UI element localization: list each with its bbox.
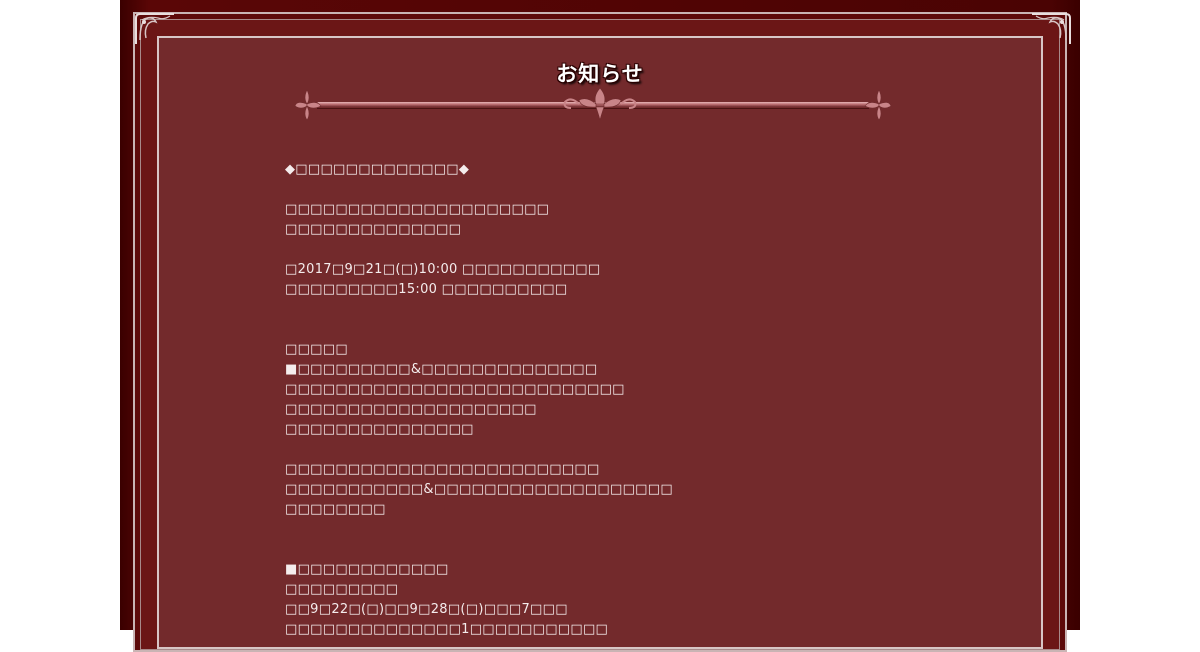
page-title: お知らせ	[556, 62, 644, 86]
notice-line: □□□□□□□□□□□□□□□□□□□□	[285, 402, 537, 417]
notice-line: □□□□□□□□□□□□□□	[285, 222, 462, 237]
notice-line: □□□□□	[285, 342, 348, 357]
notice-line	[285, 180, 925, 200]
notice-line	[285, 240, 925, 260]
notice-line: □□□□□□□□□15:00 □□□□□□□□□□	[285, 282, 568, 297]
notice-line	[285, 520, 925, 540]
notice-line: □□□□□□□□□□□□□□□□□□□□□□□□□	[285, 462, 600, 477]
notice-line: □□□□□□□□□□□&□□□□□□□□□□□□□□□□□□□	[285, 482, 673, 497]
notice-line: □□□□□□□□	[285, 502, 386, 517]
notice-line	[285, 440, 925, 460]
notice-line	[285, 300, 925, 320]
corner-ornament-top-right-icon	[1032, 13, 1071, 44]
notice-line: □□□□□□□□□□□□□□□□□□□□□	[285, 202, 550, 217]
notice-line: □□9□22□(□)□□9□28□(□)□□□7□□□	[285, 602, 568, 617]
notice-line: □2017□9□21□(□)10:00 □□□□□□□□□□□	[285, 262, 601, 277]
notice-content: ◆□□□□□□□□□□□□□◆ □□□□□□□□□□□□□□□□□□□□□ □□□□…	[285, 160, 925, 640]
notice-line: ■□□□□□□□□□&□□□□□□□□□□□□□□	[285, 362, 598, 377]
ornamental-divider-icon	[294, 87, 892, 121]
notice-line: ■□□□□□□□□□□□□	[285, 562, 449, 577]
notice-line: ◆□□□□□□□□□□□□□◆	[285, 162, 470, 177]
notice-line: □□□□□□□□□□□□□□□□□□□□□□□□□□□	[285, 382, 625, 397]
notice-line	[285, 540, 925, 560]
notice-line	[285, 320, 925, 340]
notice-line: □□□□□□□□□	[285, 582, 399, 597]
notice-line: □□□□□□□□□□□□□□□	[285, 422, 474, 437]
corner-ornament-top-left-icon	[135, 13, 174, 44]
notice-line: □□□□□□□□□□□□□□1□□□□□□□□□□□	[285, 622, 609, 637]
